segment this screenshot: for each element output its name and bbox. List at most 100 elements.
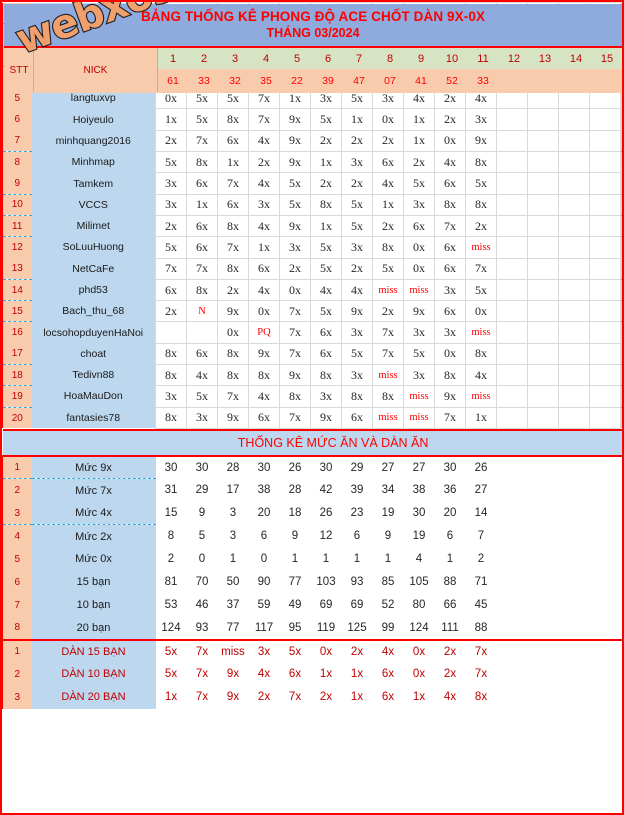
dan-value-cell: miss (217, 638, 249, 663)
row-nick[interactable]: phd53 (31, 279, 156, 301)
dan-row-label: DÀN 20 BẠN (31, 685, 156, 709)
day-code-4: 35 (250, 68, 282, 93)
stats-value-cell: 23 (341, 501, 373, 525)
day-value-cell (558, 364, 590, 387)
row-nick[interactable]: NetCaFe (31, 258, 156, 280)
row-nick[interactable]: SoLuuHuong (31, 236, 156, 259)
day-value-cell (589, 193, 621, 216)
day-code-14 (560, 68, 592, 93)
row-nick[interactable]: Bach_thu_68 (31, 300, 156, 322)
row-index: 7 (2, 130, 32, 153)
day-value-cell: 7x (372, 321, 404, 344)
dan-value-cell: 4x (434, 685, 466, 709)
day-code-6: 39 (312, 68, 344, 93)
day-value-cell: 9x (279, 364, 311, 387)
table-row[interactable]: 10VCCS3x1x6x3x5x8x5x1x3x8x8x60 (2, 193, 622, 216)
day-value-cell (558, 236, 590, 259)
row-nick[interactable]: minhquang2016 (31, 130, 156, 152)
day-value-cell: 9x (310, 406, 342, 429)
day-value-cell: 1x (248, 236, 280, 259)
table-row[interactable]: 14phd536x8x2x4x0x4x4xmissmiss3x5x54 (2, 278, 622, 302)
row-nick[interactable]: Tedivn88 (31, 364, 156, 386)
day-value-cell: 0x (465, 300, 497, 323)
stats-value-cell (496, 524, 528, 548)
day-value-cell (527, 257, 559, 280)
day-value-cell: 7x (279, 342, 311, 366)
day-code-9: 41 (405, 68, 437, 93)
day-value-cell: 5x (341, 214, 373, 238)
dan-value-cell: 2x (248, 685, 280, 709)
day-value-cell (527, 321, 559, 344)
day-value-cell: 3x (403, 364, 435, 387)
row-nick[interactable]: choat (31, 343, 156, 365)
day-value-cell: 2x (310, 129, 342, 153)
day-value-cell: 6x (310, 342, 342, 366)
day-value-cell: 3x (310, 385, 342, 408)
stats-value-cell: 36 (434, 478, 466, 502)
dan-value-cell: 4x (248, 662, 280, 686)
day-value-cell: 4x (434, 151, 466, 174)
table-row[interactable]: 16 locsohopduyenHaNoi 0x PQ 7x 6x 3x 7x 3x 3x miss… (2, 321, 622, 344)
table-row[interactable]: 17choat8x6x8x9x7x6x5x7x5x0x8x41 (2, 342, 622, 366)
day-value-cell: 4x (186, 364, 218, 387)
day-header-3: 3 (219, 48, 251, 69)
stats-value-cell: 31 (155, 478, 187, 502)
stats-value-cell: 20 (434, 501, 466, 525)
dan-value-cell: 0x (403, 638, 435, 663)
table-row[interactable]: 11Milimet2x6x8x4x9x1x5x2x6x7x2x58 (2, 214, 622, 238)
stats-value-cell: 117 (248, 616, 280, 640)
row-nick[interactable]: Minhmap (31, 151, 156, 173)
day-value-cell: 3x (341, 321, 373, 344)
row-nick[interactable]: HoaMauDon (31, 385, 156, 408)
stats-value-cell: 45 (465, 593, 497, 617)
table-row[interactable]: 18Tedivn888x4x8x8x9x8x3xmiss3x8x4x37 (2, 364, 622, 387)
table-row[interactable]: 20fantasies788x3x9x6x7x9x6xmissmiss7x1x3… (2, 406, 622, 429)
row-score: 60 (620, 194, 622, 216)
day-value-cell: 2x (403, 151, 435, 174)
row-index: 13 (2, 258, 32, 280)
day-value-cell (527, 278, 559, 302)
day-value-cell (496, 257, 528, 280)
row-nick[interactable]: Hoiyeulo (31, 108, 156, 131)
row-nick[interactable]: Milimet (31, 215, 156, 237)
table-row[interactable]: 12SoLuuHuong5x6x7x1x3x5x3x8x0x6xmiss56 (2, 236, 622, 259)
stats-value-cell: 9 (186, 501, 218, 525)
table-row[interactable]: 13NetCaFe7x7x8x6x2x5x2x5x0x6x7x56 (2, 257, 622, 280)
row-nick[interactable]: Tamkem (31, 172, 156, 195)
day-value-cell (496, 321, 528, 344)
row-nick[interactable]: VCCS (31, 194, 156, 216)
day-value-cell: miss (403, 406, 435, 429)
day-value-cell: 2x (372, 214, 404, 238)
stats-value-cell: 29 (341, 455, 373, 479)
stats-value-cell: 3 (217, 524, 249, 548)
stats-value-cell: 99 (372, 616, 404, 640)
table-row[interactable]: 15Bach_thu_682xN9x0x7x5x9x2x9x6x0x51 (2, 300, 622, 323)
stats-value-cell: 3 (217, 501, 249, 525)
stats-value-cell: 30 (310, 455, 342, 479)
row-index: 12 (2, 236, 32, 259)
day-value-cell: 6x (186, 342, 218, 366)
table-row[interactable]: 19HoaMauDon3x5x7x4x8x3x8x8xmiss9xmiss36 (2, 385, 622, 408)
stats-row-index: 8 (2, 616, 32, 640)
day-value-cell (496, 300, 528, 323)
day-value-cell: 3x (186, 406, 218, 429)
day-value-cell: 2x (341, 129, 373, 153)
stats-trailing-cell (620, 570, 622, 594)
day-value-cell: 5x (372, 257, 404, 280)
row-nick[interactable]: locsohopduyenHaNoi (31, 321, 156, 344)
stats-value-cell: 77 (217, 616, 249, 640)
day-value-cell: 8x (186, 151, 218, 174)
table-row[interactable]: 8Minhmap5x8x1x2x9x1x3x6x2x4x8x61 (2, 151, 622, 174)
stats-value-cell: 14 (465, 501, 497, 525)
table-row[interactable]: 9Tamkem3x6x7x4x5x2x2x4x5x6x5x61 (2, 172, 622, 195)
table-row[interactable]: 7minhquang20162x7x6x4x9x2x2x2x1x0x9x66 (2, 129, 622, 153)
day-value-cell: 6x (186, 172, 218, 195)
row-index: 17 (2, 343, 32, 366)
table-row[interactable]: 6Hoiyeulo1x5x8x7x9x5x1x0x1x2x3x67 (2, 108, 622, 131)
row-nick[interactable]: fantasies78 (31, 407, 156, 429)
day-value-cell: 8x (217, 214, 249, 238)
stats-value-cell: 103 (310, 570, 342, 594)
day-value-cell: 0x (248, 300, 280, 323)
stats-value-cell: 2 (155, 547, 187, 571)
dan-value-cell (496, 662, 528, 686)
